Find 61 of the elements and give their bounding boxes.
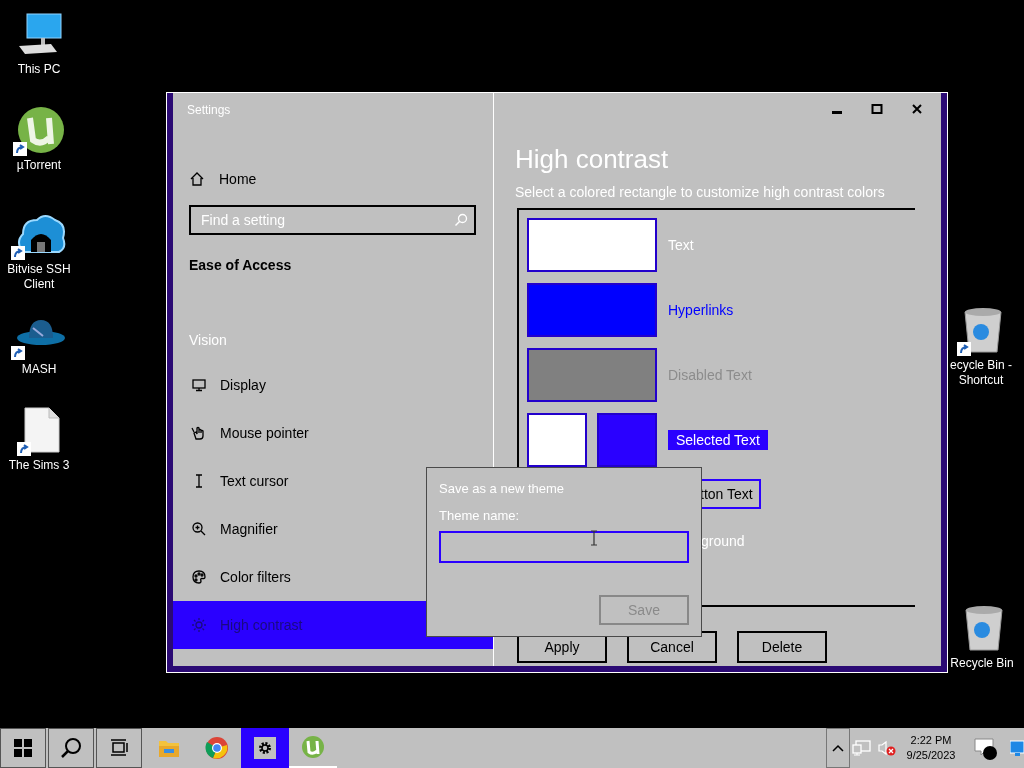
sidebar-item[interactable]: Display <box>173 361 493 409</box>
color-swatch[interactable] <box>527 348 657 402</box>
color-label: ground <box>701 533 745 549</box>
window-title: Settings <box>187 103 231 117</box>
sidebar-item[interactable]: Color filters <box>173 553 493 601</box>
task-view-button[interactable] <box>96 728 142 768</box>
page-description: Select a colored rectangle to customize high contrast colors <box>515 184 885 200</box>
field-label: Theme name: <box>439 508 520 523</box>
show-hidden-icons-button[interactable] <box>826 728 850 768</box>
desktop-icon-label[interactable]: Bitvise SSH Client <box>0 262 78 292</box>
color-label: Hyperlinks <box>668 302 734 318</box>
task-view-icon <box>110 739 128 757</box>
group-heading: Vision <box>189 332 227 348</box>
torrent-icon[interactable] <box>13 104 65 156</box>
color-label: Text <box>668 237 694 253</box>
chevron-up-icon <box>832 744 844 752</box>
palette-icon <box>191 569 207 585</box>
desktop-icon-label[interactable]: ecycle Bin - Shortcut <box>944 358 1018 388</box>
notification-icon[interactable] <box>973 736 999 760</box>
section-heading: Ease of Access <box>189 257 292 273</box>
clock[interactable]: 2:22 PM 9/25/2023 <box>900 728 962 768</box>
taskbar-app-button[interactable] <box>241 728 289 768</box>
color-swatch[interactable] <box>527 283 657 337</box>
browser-icon <box>205 736 229 760</box>
sun-icon <box>191 617 207 633</box>
magnifier-icon <box>191 521 207 537</box>
maximize-icon[interactable] <box>871 103 883 115</box>
home-link[interactable]: Home <box>189 167 257 191</box>
gear-icon <box>254 737 276 759</box>
close-icon[interactable] <box>911 103 923 115</box>
document-icon[interactable] <box>17 404 61 456</box>
desktop-icon-label[interactable]: Recycle Bin <box>950 656 1014 671</box>
dialog-title: Save as a new theme <box>439 481 565 496</box>
windows-icon <box>14 739 32 757</box>
desktop-icon-label[interactable]: The Sims 3 <box>8 458 70 473</box>
time-text: 2:22 PM <box>910 733 952 748</box>
torrent-icon <box>301 735 325 759</box>
sidebar-item[interactable]: Mouse pointer <box>173 409 493 457</box>
home-icon <box>189 171 205 187</box>
color-swatch[interactable] <box>527 413 587 467</box>
theme-name-field[interactable] <box>439 531 689 563</box>
search-icon <box>60 737 82 759</box>
folder-icon <box>158 738 180 758</box>
muted-speaker-icon[interactable] <box>877 740 897 756</box>
selected-text-sample: Selected Text <box>668 430 768 450</box>
desktop-icon-label[interactable]: MASH <box>21 362 57 377</box>
page-title: High contrast <box>515 143 669 175</box>
hand-pointer-icon <box>191 425 207 441</box>
desktop-icon-label[interactable]: µTorrent <box>16 158 62 173</box>
show-desktop-icon[interactable] <box>1010 739 1024 757</box>
start-button[interactable] <box>0 728 46 768</box>
monitor-icon <box>191 377 207 393</box>
desktop-icon-label[interactable]: This PC <box>17 62 61 77</box>
search-button[interactable] <box>48 728 94 768</box>
color-swatch[interactable] <box>597 413 657 467</box>
search-icon <box>454 213 468 227</box>
color-swatch[interactable] <box>527 218 657 272</box>
search-field[interactable]: Find a setting <box>189 205 476 235</box>
date-text: 9/25/2023 <box>906 748 956 763</box>
action-button[interactable]: Delete <box>737 631 827 663</box>
text-cursor-icon <box>590 530 598 546</box>
